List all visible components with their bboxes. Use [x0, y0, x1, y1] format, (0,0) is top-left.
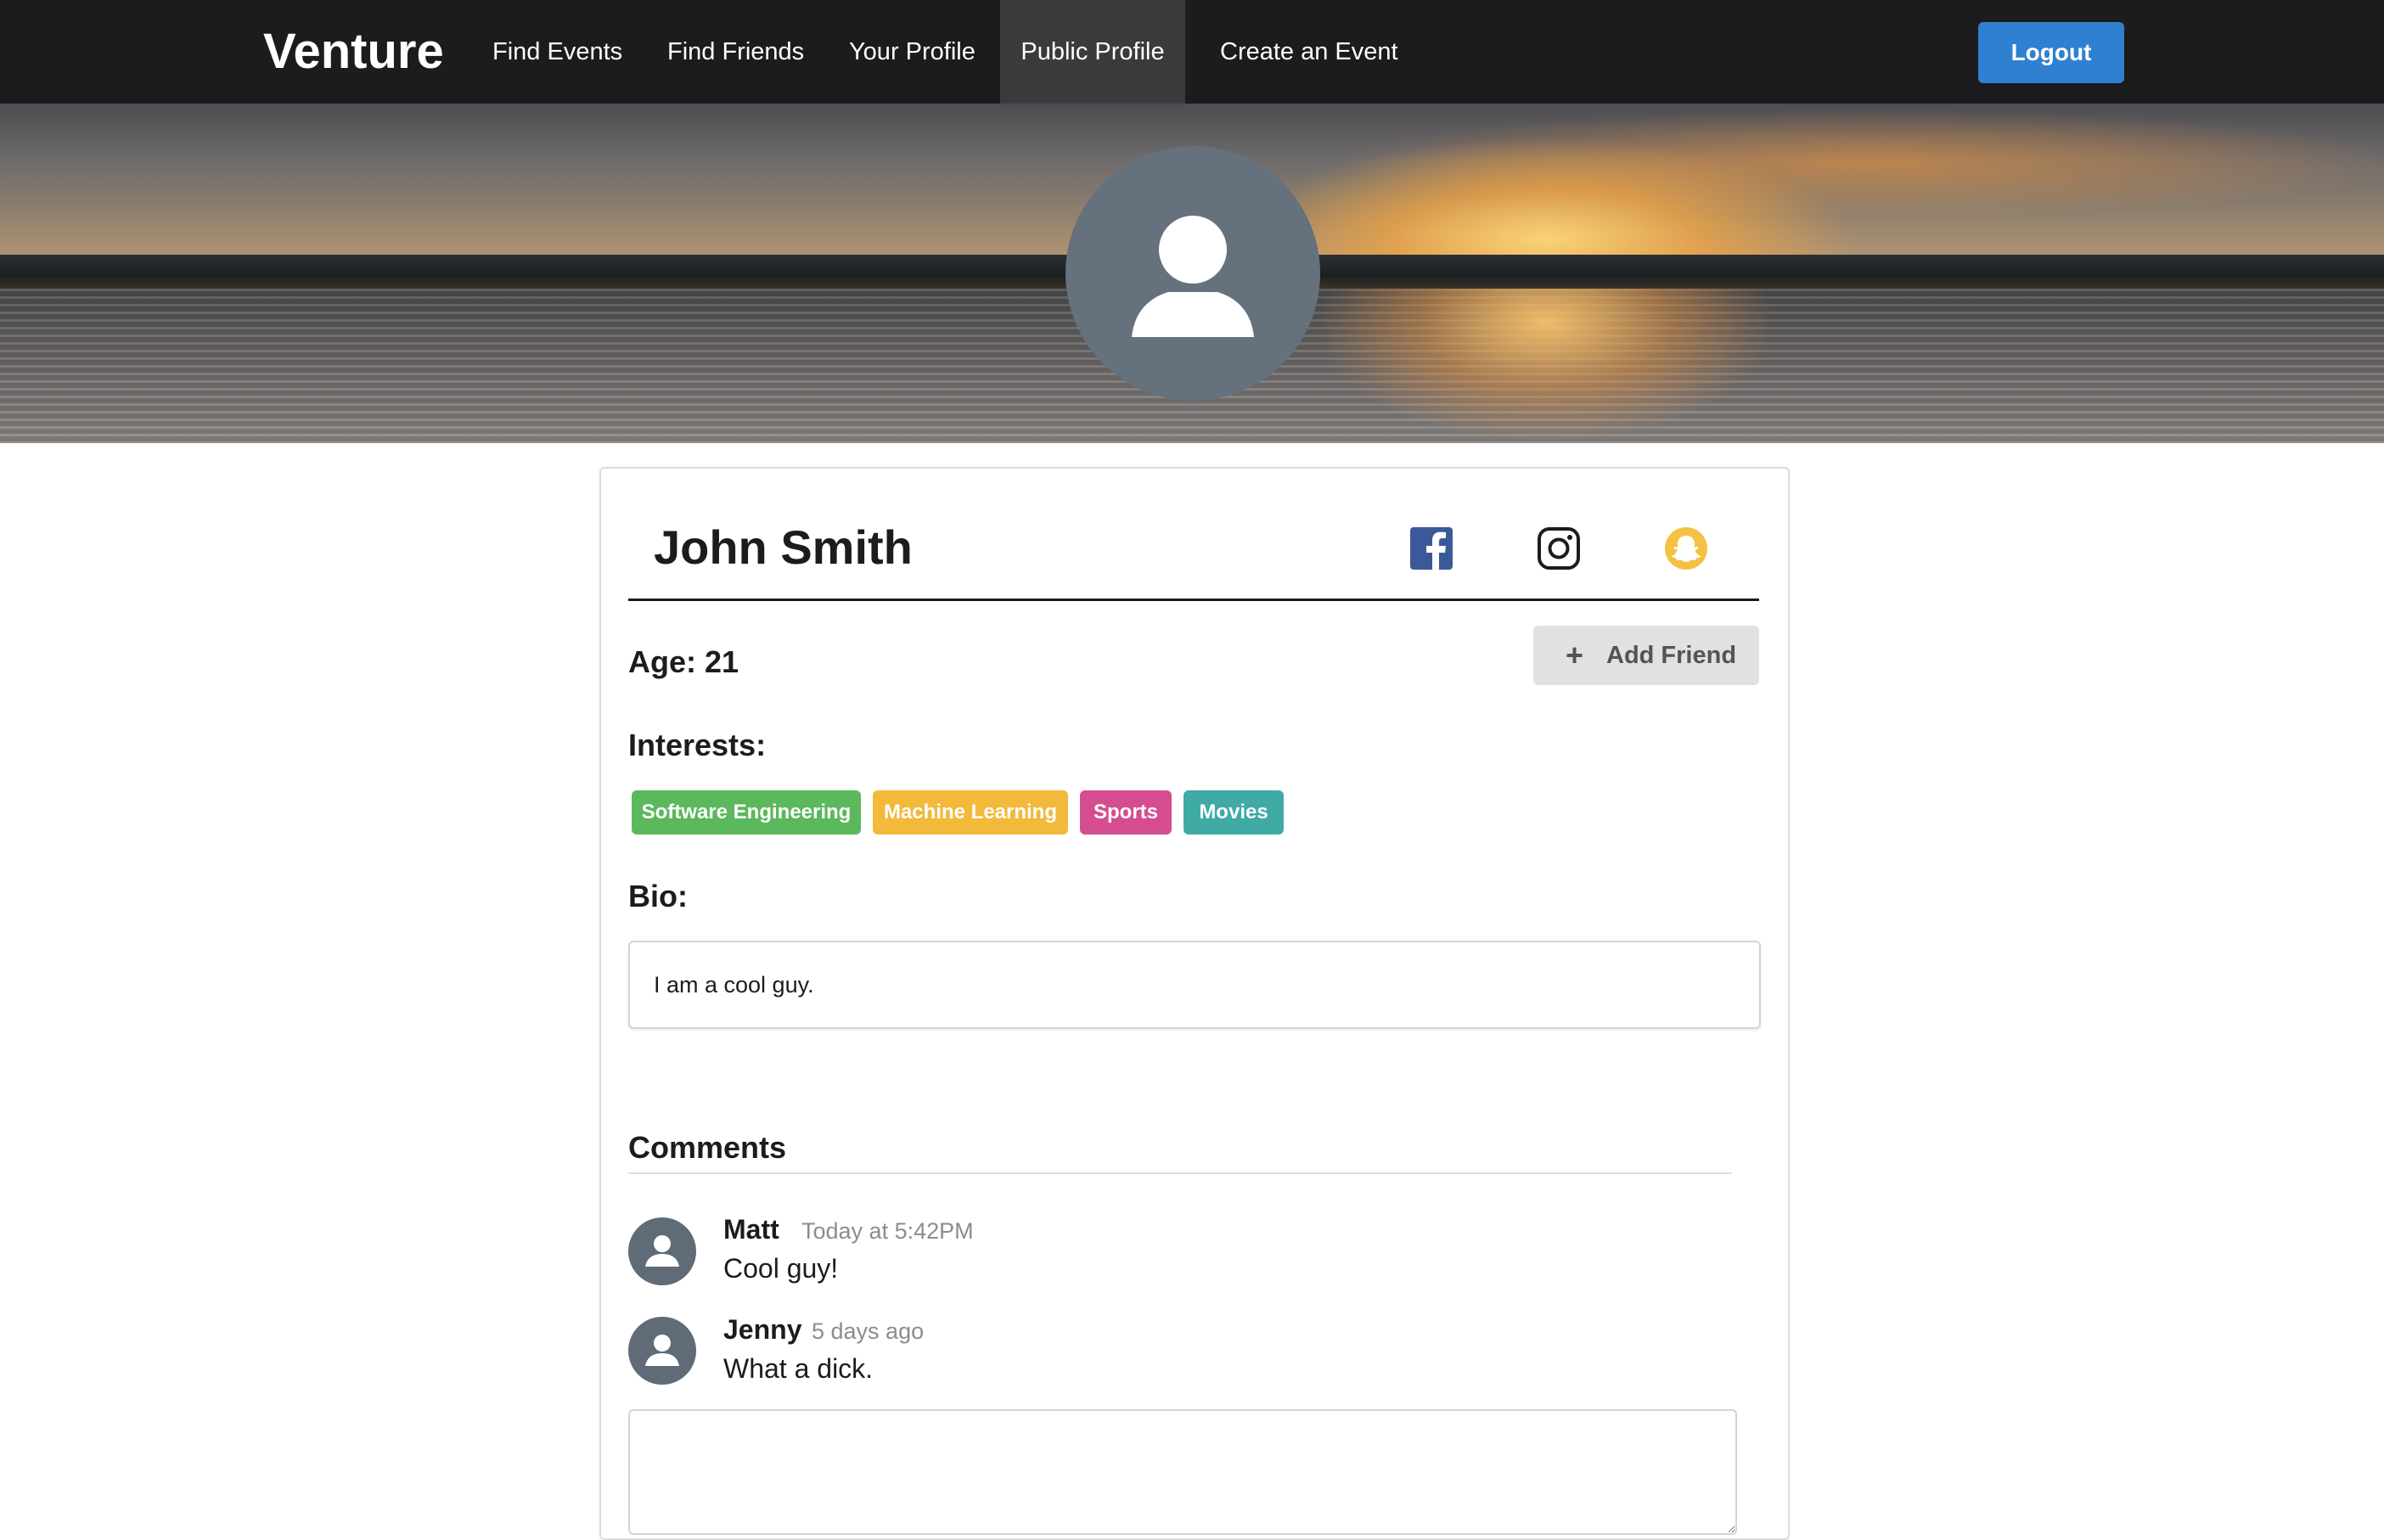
- interests-label: Interests:: [628, 728, 767, 762]
- header-divider: [628, 599, 1759, 601]
- comment-date: Today at 5:42PM: [801, 1218, 974, 1244]
- user-icon: [645, 1335, 679, 1366]
- comment-avatar[interactable]: [628, 1217, 696, 1285]
- bio-label: Bio:: [628, 879, 688, 913]
- nav-find-events[interactable]: Find Events: [465, 0, 649, 104]
- comment-author[interactable]: Matt: [723, 1212, 779, 1246]
- top-navbar: Venture Find Events Find Friends Your Pr…: [0, 0, 2384, 104]
- comment-author[interactable]: Jenny: [723, 1312, 801, 1346]
- add-friend-button[interactable]: + Add Friend: [1533, 626, 1759, 685]
- comments-divider: [628, 1172, 1732, 1174]
- profile-name: John Smith: [654, 520, 913, 574]
- nav-your-profile[interactable]: Your Profile: [822, 0, 1003, 104]
- plus-icon: +: [1566, 638, 1584, 672]
- comments-title: Comments: [628, 1130, 787, 1165]
- interest-tag[interactable]: Software Engineering: [632, 790, 861, 835]
- brand-logo[interactable]: Venture: [263, 0, 444, 104]
- user-silhouette-icon: [1132, 216, 1254, 337]
- page: Venture Find Events Find Friends Your Pr…: [0, 0, 2384, 1540]
- facebook-icon[interactable]: [1409, 526, 1453, 570]
- nav-create-event[interactable]: Create an Event: [1193, 0, 1425, 104]
- snapchat-icon[interactable]: [1664, 526, 1708, 570]
- comment-text: What a dick.: [723, 1353, 874, 1384]
- profile-avatar: [1065, 146, 1320, 401]
- nav-public-profile[interactable]: Public Profile: [1000, 0, 1185, 104]
- comment-text: Cool guy!: [723, 1253, 839, 1284]
- comment-avatar[interactable]: [628, 1317, 696, 1385]
- interest-tag[interactable]: Sports: [1080, 790, 1172, 835]
- interest-tag[interactable]: Machine Learning: [873, 790, 1068, 835]
- logout-button[interactable]: Logout: [1978, 22, 2124, 83]
- interest-tag[interactable]: Movies: [1184, 790, 1284, 835]
- age-label: Age: 21: [628, 644, 739, 679]
- bio-text: I am a cool guy.: [654, 972, 814, 998]
- user-icon: [645, 1235, 679, 1267]
- comment-reply-input[interactable]: [628, 1409, 1737, 1535]
- add-friend-label: Add Friend: [1606, 642, 1737, 669]
- instagram-icon[interactable]: [1537, 526, 1581, 570]
- nav-find-friends[interactable]: Find Friends: [640, 0, 831, 104]
- comment-date: 5 days ago: [812, 1318, 925, 1344]
